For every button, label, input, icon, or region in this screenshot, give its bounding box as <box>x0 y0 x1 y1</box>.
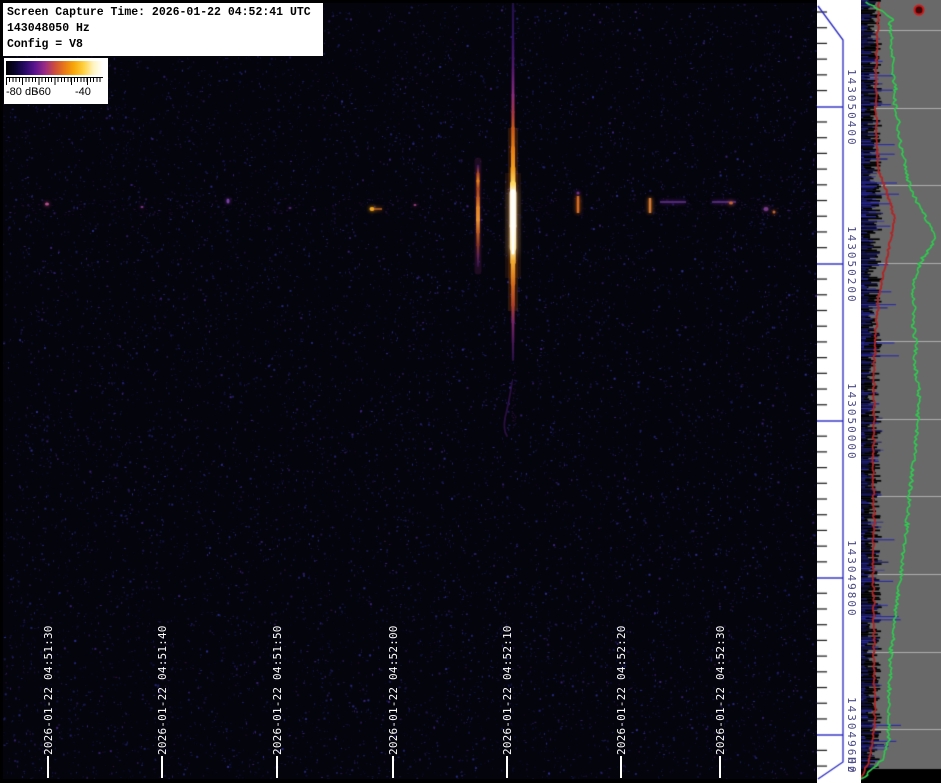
time-axis-label: 2026-01-22 04:51:50 <box>271 625 284 755</box>
time-axis-label: 2026-01-22 04:52:10 <box>501 625 514 755</box>
time-axis-label: 2026-01-22 04:51:30 <box>42 625 55 755</box>
frequency-axis-label: 143050400 <box>845 69 858 147</box>
meteor-spectrogram-app: Screen Capture Time: 2026-01-22 04:52:41… <box>0 0 941 783</box>
time-axis-label: 2026-01-22 04:52:30 <box>714 625 727 755</box>
time-axis-label: 2026-01-22 04:52:00 <box>387 625 400 755</box>
time-axis-tick <box>47 756 49 778</box>
time-axis-tick <box>161 756 163 778</box>
color-scale-legend: -80 dB -60 -40 <box>4 58 108 104</box>
config-text: Config = V8 <box>7 38 83 51</box>
time-axis-tick <box>392 756 394 778</box>
capture-time-text: Screen Capture Time: 2026-01-22 04:52:41… <box>7 6 311 19</box>
time-axis-label: 2026-01-22 04:51:40 <box>156 625 169 755</box>
time-axis-tick <box>719 756 721 778</box>
legend-label-mid: -60 <box>35 86 51 98</box>
time-axis-label: 2026-01-22 04:52:20 <box>615 625 628 755</box>
capture-info-box: Screen Capture Time: 2026-01-22 04:52:41… <box>3 3 323 56</box>
frequency-axis-label: 143049800 <box>845 540 858 618</box>
time-axis-tick <box>506 756 508 778</box>
time-axis-tick <box>276 756 278 778</box>
time-axis-tick <box>620 756 622 778</box>
waterfall-spectrogram-canvas <box>3 3 817 779</box>
frequency-axis-label: 143050000 <box>845 383 858 461</box>
center-frequency-text: 143048050 Hz <box>7 22 90 35</box>
frequency-axis-label: 143050200 <box>845 226 858 304</box>
colormap-gradient <box>6 61 103 75</box>
frequency-unit-label: Hz <box>845 757 858 775</box>
legend-minor-ticks <box>6 78 103 82</box>
spectrum-panel-canvas <box>861 0 941 783</box>
legend-label-min: -80 dB <box>6 86 39 98</box>
legend-label-max: -40 <box>75 86 91 98</box>
